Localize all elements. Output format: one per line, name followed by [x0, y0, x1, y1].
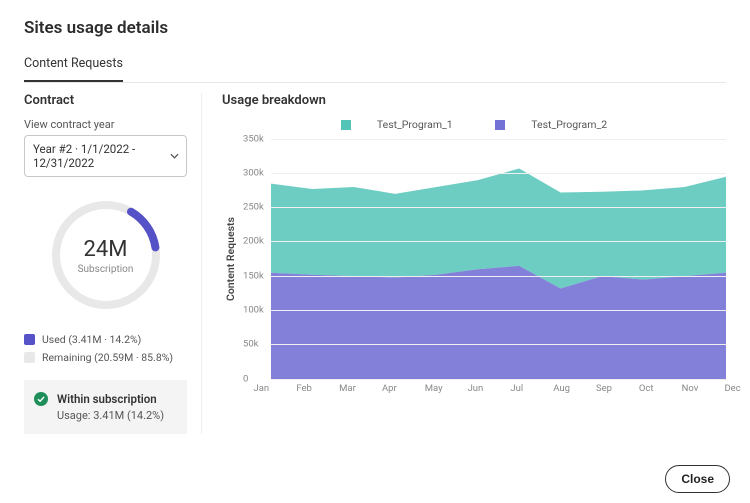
remaining-swatch: [24, 352, 35, 363]
usage-breakdown-heading: Usage breakdown: [222, 93, 726, 108]
legend-used: Used (3.41M · 14.2%): [24, 333, 187, 346]
chart-y-tick: 350k: [243, 133, 264, 144]
chart-x-tick: Jan: [254, 383, 255, 394]
chart-x-tick: Apr: [382, 383, 383, 394]
contract-panel: Contract View contract year Year #2 · 1/…: [24, 93, 202, 434]
chart-plot: 050k100k150k200k250k300k350k: [239, 139, 726, 379]
chart-area: Content Requests 050k100k150k200k250k300…: [222, 139, 726, 379]
contract-year-value: Year #2 · 1/1/2022 - 12/31/2022: [33, 142, 135, 170]
subscription-donut: 24M Subscription: [24, 195, 187, 319]
close-button[interactable]: Close: [665, 465, 730, 493]
status-sub: Usage: 3.41M (14.2%): [57, 409, 164, 422]
chart-y-tick: 0: [243, 373, 248, 384]
chart-y-tick: 300k: [243, 167, 264, 178]
check-circle-icon: [34, 392, 48, 406]
legend-remaining: Remaining (20.59M · 85.8%): [24, 351, 187, 364]
status-title: Within subscription: [57, 392, 164, 406]
legend-swatch-1: [341, 120, 351, 130]
chart-y-tick: 200k: [243, 236, 264, 247]
usage-breakdown-panel: Usage breakdown Test_Program_1 Test_Prog…: [222, 93, 726, 434]
chart-x-tick: Feb: [296, 383, 297, 394]
legend-remaining-text: Remaining (20.59M · 85.8%): [42, 351, 173, 364]
chevron-down-icon: [170, 152, 179, 161]
donut-sub: Subscription: [78, 264, 134, 275]
used-swatch: [24, 334, 35, 345]
chart-y-tick: 250k: [243, 202, 264, 213]
legend-swatch-2: [495, 120, 505, 130]
chart-x-tick: May: [425, 383, 426, 394]
tab-content-requests[interactable]: Content Requests: [24, 56, 123, 82]
contract-heading: Contract: [24, 93, 187, 108]
status-box: Within subscription Usage: 3.41M (14.2%): [24, 380, 187, 434]
chart-y-tick: 50k: [243, 339, 259, 350]
donut-value: 24M: [78, 239, 134, 261]
contract-year-select[interactable]: Year #2 · 1/1/2022 - 12/31/2022: [24, 135, 187, 177]
chart-legend: Test_Program_1 Test_Program_2: [222, 118, 726, 133]
chart-x-tick: Nov: [682, 383, 683, 394]
legend-label-1: Test_Program_1: [377, 118, 453, 131]
page-title: Sites usage details: [24, 18, 726, 38]
chart-y-tick: 150k: [243, 270, 264, 281]
chart-x-tick: Jul: [510, 383, 511, 394]
contract-year-label: View contract year: [24, 118, 187, 131]
chart-x-tick: Mar: [339, 383, 340, 394]
chart-y-axis-label: Content Requests: [222, 139, 239, 379]
legend-label-2: Test_Program_2: [531, 118, 607, 131]
chart-x-tick: Jun: [468, 383, 469, 394]
chart-y-tick: 100k: [243, 304, 264, 315]
chart-x-tick: Sep: [596, 383, 597, 394]
legend-used-text: Used (3.41M · 14.2%): [42, 333, 141, 346]
chart-x-tick: Aug: [553, 383, 554, 394]
tabs: Content Requests: [24, 52, 726, 83]
chart-x-tick: Dec: [724, 383, 725, 394]
chart-x-labels: Jan Feb Mar Apr May Jun Jul Aug Sep Oct Nov Dec: [222, 383, 726, 394]
chart-x-tick: Oct: [639, 383, 640, 394]
